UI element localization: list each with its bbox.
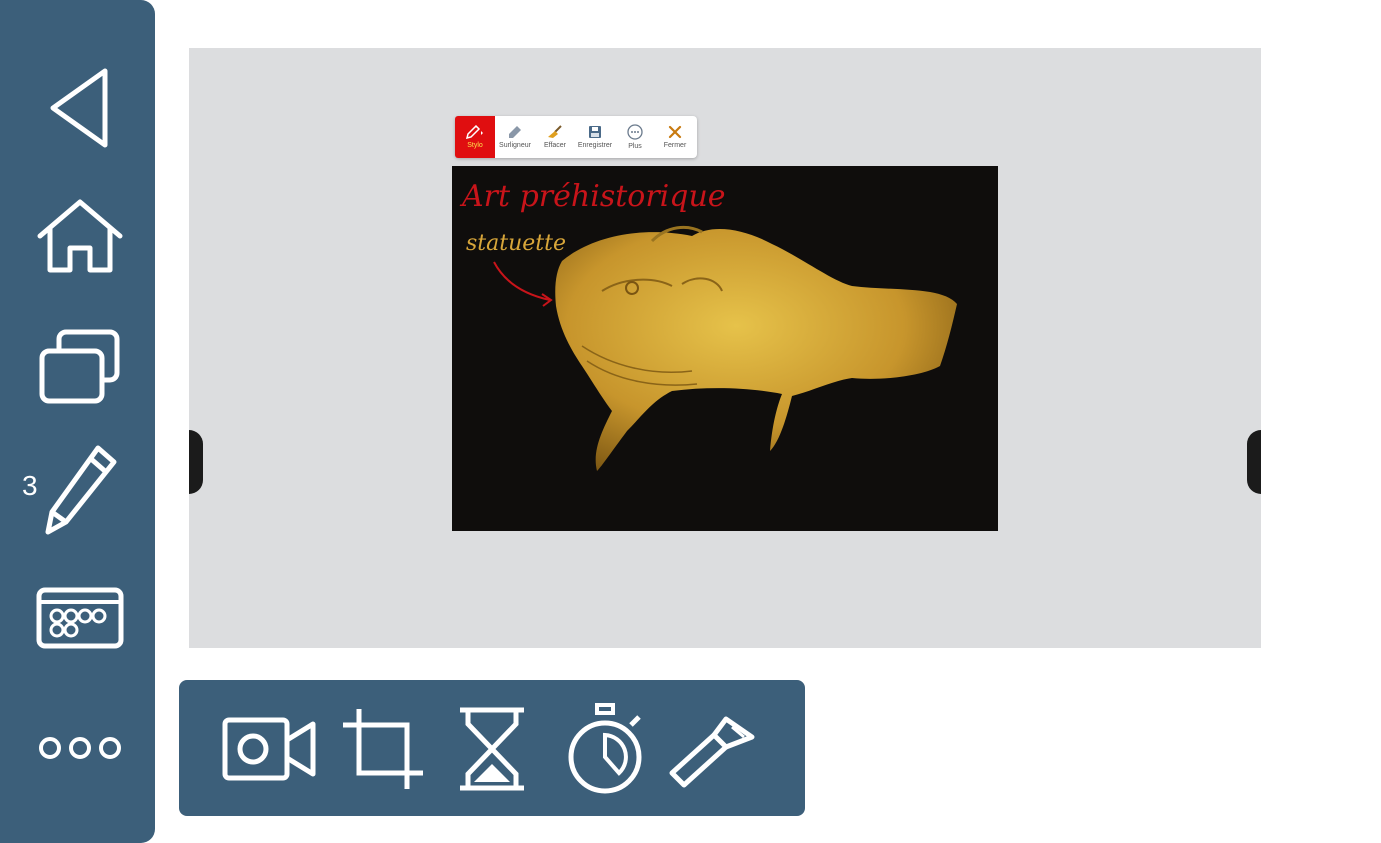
- flashlight-icon: [669, 716, 755, 788]
- more-icon: [627, 124, 643, 140]
- pencil-button[interactable]: [28, 442, 132, 538]
- spotlight-button[interactable]: [662, 702, 762, 796]
- home-icon: [37, 199, 123, 273]
- crop-icon: [343, 709, 423, 789]
- keyboard-icon: [36, 587, 124, 649]
- annotation-toolbar: Stylo Surligneur Effacer Enregistrer Plu…: [455, 116, 697, 158]
- home-button[interactable]: [28, 188, 132, 284]
- tool-label: Surligneur: [499, 142, 531, 149]
- close-icon: [668, 125, 682, 139]
- camera-button[interactable]: [219, 702, 319, 796]
- annotation-label: statuette: [466, 231, 566, 256]
- broom-icon: [548, 125, 562, 138]
- bison-statuette-image: Art préhistorique statuette: [459, 179, 957, 471]
- video-camera-icon: [222, 717, 316, 781]
- tool-label: Fermer: [663, 142, 687, 149]
- annotation-title: Art préhistorique: [459, 179, 726, 214]
- tool-label: Plus: [628, 143, 642, 150]
- back-button[interactable]: [28, 60, 132, 156]
- windows-icon: [39, 329, 120, 404]
- tool-enregistrer[interactable]: Enregistrer: [575, 116, 615, 158]
- keyboard-button[interactable]: [28, 570, 132, 666]
- triangle-back-icon: [50, 68, 108, 148]
- stopwatch-icon: [568, 703, 642, 794]
- left-edge-handle[interactable]: [189, 430, 203, 494]
- highlighter-icon: [509, 126, 521, 138]
- tool-stylo[interactable]: Stylo: [455, 116, 495, 158]
- tool-label: Effacer: [543, 142, 567, 149]
- tool-label: Stylo: [467, 142, 483, 149]
- tool-plus[interactable]: Plus: [615, 116, 655, 158]
- more-button[interactable]: [28, 700, 132, 796]
- annotated-photo[interactable]: Art préhistorique statuette: [452, 166, 998, 531]
- save-icon: [589, 126, 601, 138]
- pencil-icon: [45, 445, 117, 535]
- tool-fermer[interactable]: Fermer: [655, 116, 695, 158]
- pen-icon: [466, 125, 483, 139]
- bottom-toolbar: [179, 680, 805, 816]
- hourglass-icon: [460, 707, 524, 791]
- crop-button[interactable]: [333, 702, 433, 796]
- tool-label: Enregistrer: [577, 142, 613, 149]
- timer-button[interactable]: [442, 702, 542, 796]
- tool-surligneur[interactable]: Surligneur: [495, 116, 535, 158]
- tool-effacer[interactable]: Effacer: [535, 116, 575, 158]
- left-sidebar: 3: [0, 0, 155, 843]
- right-edge-handle[interactable]: [1247, 430, 1261, 494]
- more-dots-icon: [39, 737, 121, 759]
- stopwatch-button[interactable]: [557, 702, 657, 796]
- windows-button[interactable]: [28, 318, 132, 414]
